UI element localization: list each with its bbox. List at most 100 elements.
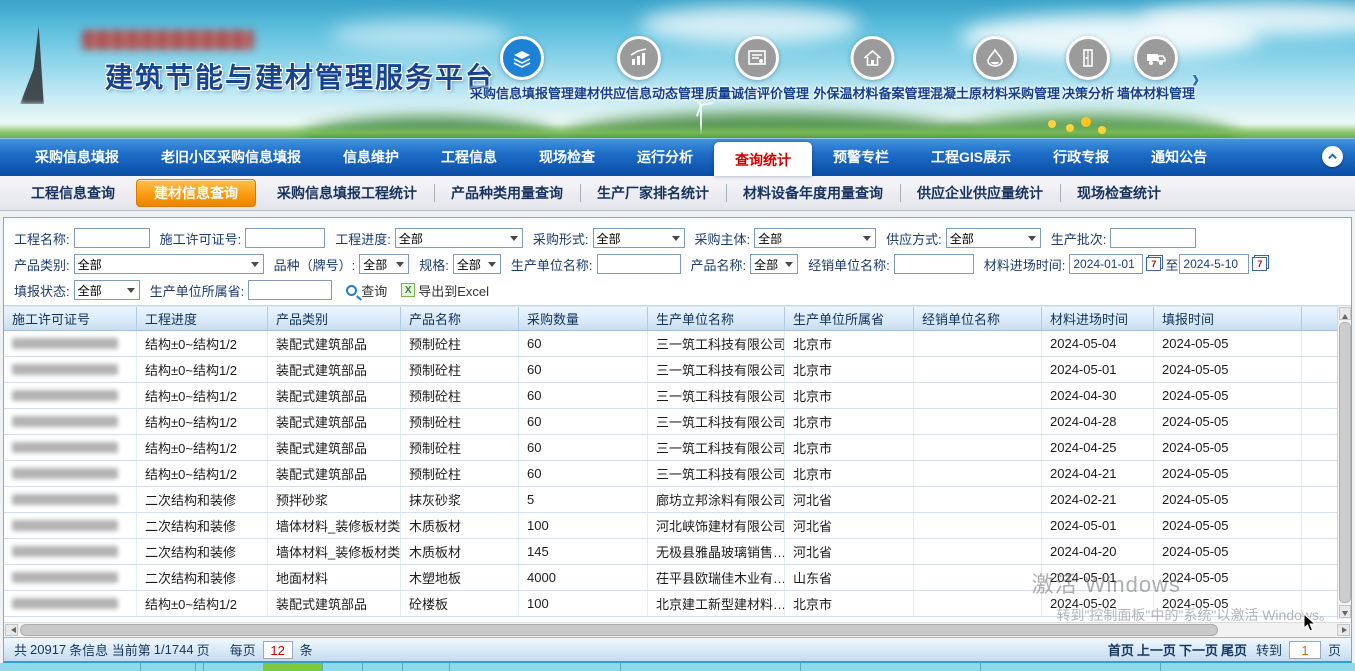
nav-item-7[interactable]: 预警专栏 xyxy=(812,138,910,176)
column-header-product[interactable]: 产品名称 xyxy=(401,307,519,330)
page-link-0[interactable]: 首页 xyxy=(1108,640,1134,659)
nav-item-1[interactable]: 老旧小区采购信息填报 xyxy=(140,138,322,176)
purchase-subject-select[interactable]: 全部 xyxy=(754,228,876,248)
stack-icon xyxy=(500,36,544,80)
table-row[interactable]: 二次结构和装修预拌砂浆抹灰砂浆5廊坊立邦涂料有限公司河北省2024-02-212… xyxy=(4,487,1351,513)
export-excel-button[interactable]: X导出到Excel xyxy=(401,281,489,300)
column-header-dealer[interactable]: 经销单位名称 xyxy=(914,307,1042,330)
subnav-item-6[interactable]: 供应企业供应量统计 xyxy=(900,176,1060,210)
project-name-label: 工程名称: xyxy=(14,229,70,248)
product-name-select[interactable]: 全部 xyxy=(750,254,798,274)
subnav-item-1[interactable]: 建材信息查询 xyxy=(136,179,256,207)
scroll-left-icon[interactable] xyxy=(5,624,18,636)
search-icon xyxy=(346,285,357,296)
page-link-1[interactable]: 上一页 xyxy=(1137,640,1176,659)
table-row[interactable]: 结构±0~结构1/2装配式建筑部品预制砼柱60三一筑工科技有限公司北京市2024… xyxy=(4,383,1351,409)
supply-mode-select[interactable]: 全部 xyxy=(946,228,1041,248)
goto-page-input[interactable]: 1 xyxy=(1289,641,1321,659)
nav-item-8[interactable]: 工程GIS展示 xyxy=(910,138,1032,176)
subnav-item-2[interactable]: 采购信息填报工程统计 xyxy=(260,176,434,210)
nav-item-6[interactable]: 查询统计 xyxy=(714,142,812,176)
permit-no-redacted xyxy=(12,416,118,427)
page-size-input[interactable]: 12 xyxy=(263,641,293,659)
producer-province-filter-input[interactable] xyxy=(248,280,332,300)
construction-permit-no-input[interactable] xyxy=(245,228,325,248)
module-decision-analysis[interactable]: 决策分析 xyxy=(1062,36,1114,102)
table-row[interactable]: 结构±0~结构1/2装配式建筑部品预制砼柱60三一筑工科技有限公司北京市2024… xyxy=(4,409,1351,435)
cell-category: 装配式建筑部品 xyxy=(268,357,401,382)
product-category-select[interactable]: 全部 xyxy=(74,254,264,274)
project-progress-select[interactable]: 全部 xyxy=(395,228,523,248)
producer-name-input[interactable] xyxy=(597,254,681,274)
cell-permit xyxy=(4,331,137,356)
scroll-right-icon[interactable] xyxy=(1337,624,1350,636)
nav-collapse-button[interactable] xyxy=(1322,146,1343,167)
column-header-category[interactable]: 产品类别 xyxy=(268,307,401,330)
subnav-item-5[interactable]: 材料设备年度用量查询 xyxy=(726,176,900,210)
cell-category: 装配式建筑部品 xyxy=(268,591,401,616)
fill-status-select[interactable]: 全部 xyxy=(74,280,140,300)
vertical-scroll-thumb[interactable] xyxy=(1339,322,1351,603)
nav-item-10[interactable]: 通知公告 xyxy=(1130,138,1228,176)
cell-province: 北京市 xyxy=(785,461,914,486)
column-header-producer[interactable]: 生产单位名称 xyxy=(648,307,785,330)
cell-entry: 2024-04-30 xyxy=(1042,383,1154,408)
purchase-form-label: 采购形式: xyxy=(533,229,589,248)
purchase-form-select[interactable]: 全部 xyxy=(593,228,685,248)
nav-item-4[interactable]: 现场检查 xyxy=(518,138,616,176)
column-header-province[interactable]: 生产单位所属省 xyxy=(785,307,914,330)
table-row[interactable]: 二次结构和装修墙体材料_装修板材类木质板材100河北峡饰建材有限公司河北省202… xyxy=(4,513,1351,539)
cell-permit xyxy=(4,539,137,564)
nav-item-2[interactable]: 信息维护 xyxy=(322,138,420,176)
vertical-scrollbar[interactable] xyxy=(1337,306,1351,619)
table-row[interactable]: 结构±0~结构1/2装配式建筑部品预制砼柱60三一筑工科技有限公司北京市2024… xyxy=(4,461,1351,487)
project-name-input[interactable] xyxy=(74,228,150,248)
module-wall-material-mgmt[interactable]: 墙体材料管理 xyxy=(1117,36,1195,102)
calendar-icon[interactable]: 7 xyxy=(1252,257,1267,271)
nav-item-5[interactable]: 运行分析 xyxy=(616,138,714,176)
mouse-cursor xyxy=(1303,613,1316,632)
per-page-label: 每页 xyxy=(230,640,256,659)
variety-brand-select[interactable]: 全部 xyxy=(359,254,409,274)
modules-next-arrow-icon[interactable]: › xyxy=(1192,63,1199,94)
module-label: 采购信息填报管理 xyxy=(470,83,574,102)
permit-no-redacted xyxy=(12,520,118,531)
table-row[interactable]: 结构±0~结构1/2装配式建筑部品预制砼柱60三一筑工科技有限公司北京市2024… xyxy=(4,435,1351,461)
page-link-3[interactable]: 尾页 xyxy=(1221,640,1247,659)
nav-item-9[interactable]: 行政专报 xyxy=(1032,138,1130,176)
module-purchase-info-fill-mgmt[interactable]: 采购信息填报管理 xyxy=(470,36,574,102)
nav-item-0[interactable]: 采购信息填报 xyxy=(14,138,140,176)
page-link-2[interactable]: 下一页 xyxy=(1179,640,1218,659)
cell-qty: 60 xyxy=(519,357,648,382)
material-entry-time-to-input[interactable]: 2024-5-10 xyxy=(1179,254,1249,274)
module-concrete-raw-material-purchase-mgmt[interactable]: 混凝土原材料采购管理 xyxy=(930,36,1060,102)
query-button[interactable]: 查询 xyxy=(346,281,387,300)
door-icon xyxy=(1066,36,1110,80)
column-header-filled[interactable]: 填报时间 xyxy=(1154,307,1302,330)
spec-select[interactable]: 全部 xyxy=(453,254,501,274)
column-header-entry[interactable]: 材料进场时间 xyxy=(1042,307,1154,330)
subnav-item-3[interactable]: 产品种类用量查询 xyxy=(434,176,580,210)
module-exterior-insulation-record-mgmt[interactable]: 外保温材料备案管理 xyxy=(813,36,930,102)
material-entry-time-from-input[interactable]: 2024-01-01 xyxy=(1069,254,1143,274)
production-batch-input[interactable] xyxy=(1110,228,1196,248)
subnav-item-0[interactable]: 工程信息查询 xyxy=(14,176,132,210)
selected-value: 全部 xyxy=(78,282,102,299)
module-material-supply-dynamic-mgmt[interactable]: 建材供应信息动态管理 xyxy=(574,36,704,102)
table-row[interactable]: 结构±0~结构1/2装配式建筑部品预制砼柱60三一筑工科技有限公司北京市2024… xyxy=(4,331,1351,357)
table-row[interactable]: 结构±0~结构1/2装配式建筑部品预制砼柱60三一筑工科技有限公司北京市2024… xyxy=(4,357,1351,383)
dealer-name-input[interactable] xyxy=(894,254,974,274)
nav-item-3[interactable]: 工程信息 xyxy=(420,138,518,176)
horizontal-scroll-thumb[interactable] xyxy=(20,624,1218,636)
calendar-icon[interactable]: 7 xyxy=(1146,257,1161,271)
column-header-permit[interactable]: 施工许可证号 xyxy=(4,307,137,330)
module-quality-integrity-eval-mgmt[interactable]: 质量诚信评价管理 xyxy=(705,36,809,102)
subnav-item-4[interactable]: 生产厂家排名统计 xyxy=(580,176,726,210)
cell-dealer xyxy=(914,461,1042,486)
scroll-up-icon[interactable] xyxy=(1339,307,1351,320)
table-row[interactable]: 二次结构和装修墙体材料_装修板材类木质板材145无极县雅晶玻璃销售…河北省202… xyxy=(4,539,1351,565)
subnav-item-7[interactable]: 现场检查统计 xyxy=(1060,176,1178,210)
column-header-qty[interactable]: 采购数量 xyxy=(519,307,648,330)
column-header-progress[interactable]: 工程进度 xyxy=(137,307,268,330)
scroll-down-icon[interactable] xyxy=(1339,605,1351,618)
